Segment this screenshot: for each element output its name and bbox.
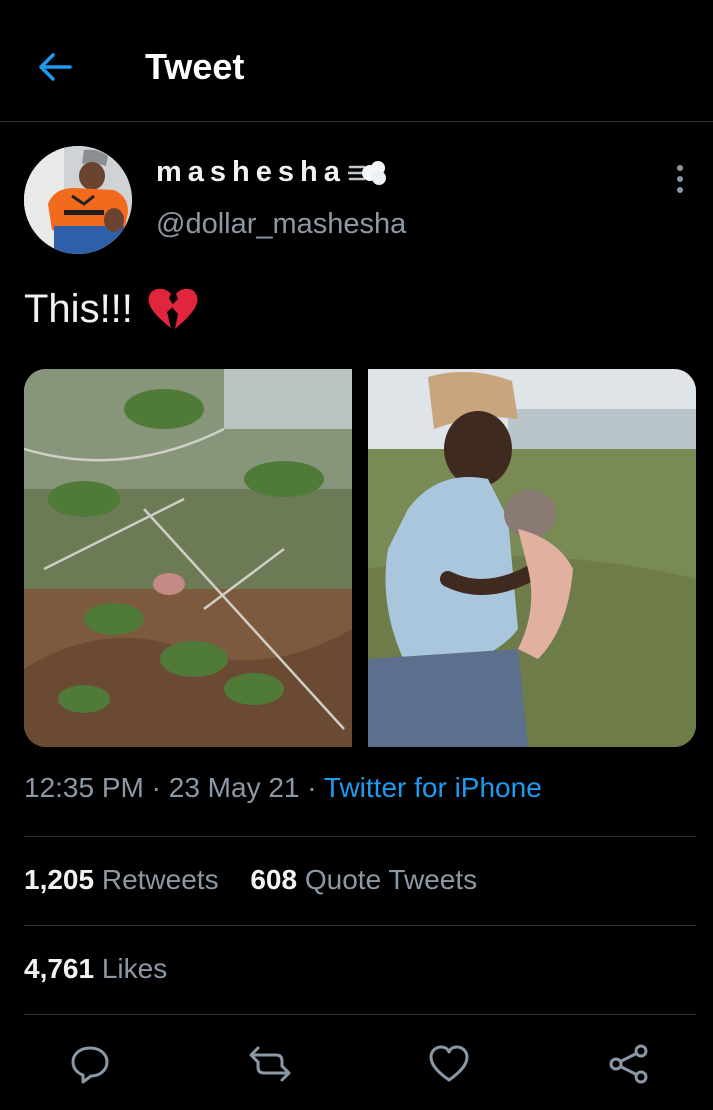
divider <box>24 1014 696 1015</box>
avatar[interactable] <box>24 146 132 254</box>
display-name-text: mashesha <box>156 156 346 188</box>
retweet-button[interactable] <box>248 1042 292 1086</box>
tweet-time[interactable]: 12:35 PM <box>24 772 144 803</box>
divider <box>24 925 696 926</box>
rescue-photo <box>368 369 696 747</box>
display-name[interactable]: mashesha <box>156 156 388 189</box>
meta-separator: · <box>151 772 161 803</box>
more-options-button[interactable] <box>665 164 695 194</box>
tweet-text-body: This!!! <box>24 286 133 331</box>
user-handle[interactable]: @dollar_mashesha <box>156 208 406 241</box>
tweet-author: mashesha @dollar_mashesha <box>0 122 713 272</box>
share-button[interactable] <box>607 1042 651 1086</box>
likes-count: 4,761 <box>24 953 95 984</box>
like-stats: 4,761 Likes <box>24 953 191 985</box>
tweet-source-link[interactable]: Twitter for iPhone <box>324 772 542 803</box>
meta-separator: · <box>307 772 317 803</box>
more-dot <box>677 187 683 193</box>
heart-icon <box>429 1045 469 1082</box>
dash-emoji-icon <box>347 160 386 185</box>
tweet-media <box>24 369 696 747</box>
broken-heart-icon <box>148 288 198 329</box>
retweets-stat[interactable]: 1,205 Retweets <box>24 864 219 896</box>
media-photo-2[interactable] <box>368 369 696 747</box>
retweets-label: Retweets <box>101 864 219 895</box>
bush-photo <box>24 369 352 747</box>
media-photo-1[interactable] <box>24 369 352 747</box>
tweet-date[interactable]: 23 May 21 <box>169 772 300 803</box>
back-button[interactable] <box>30 44 80 90</box>
quotes-count: 608 <box>250 864 298 895</box>
tweet-actions <box>0 1030 713 1100</box>
arrow-left-icon <box>39 53 72 81</box>
more-dot <box>677 176 683 182</box>
tweet-meta: 12:35 PM · 23 May 21 · Twitter for iPhon… <box>24 772 542 804</box>
reply-button[interactable] <box>68 1042 112 1086</box>
top-bar: Tweet <box>0 0 713 122</box>
avatar-image <box>24 146 132 254</box>
retweets-count: 1,205 <box>24 864 95 895</box>
reply-icon <box>71 1046 109 1084</box>
likes-label: Likes <box>101 953 168 984</box>
more-vertical-icon <box>677 165 683 171</box>
retweet-icon <box>249 1046 291 1082</box>
retweet-stats: 1,205 Retweets 608 Quote Tweets <box>24 864 501 896</box>
quotes-label: Quote Tweets <box>304 864 478 895</box>
like-button[interactable] <box>427 1042 471 1086</box>
quote-tweets-stat[interactable]: 608 Quote Tweets <box>250 864 477 896</box>
likes-stat[interactable]: 4,761 Likes <box>24 953 167 985</box>
divider <box>24 836 696 837</box>
share-icon <box>609 1044 648 1084</box>
page-title: Tweet <box>145 46 245 87</box>
tweet-text: This!!! <box>24 286 199 332</box>
